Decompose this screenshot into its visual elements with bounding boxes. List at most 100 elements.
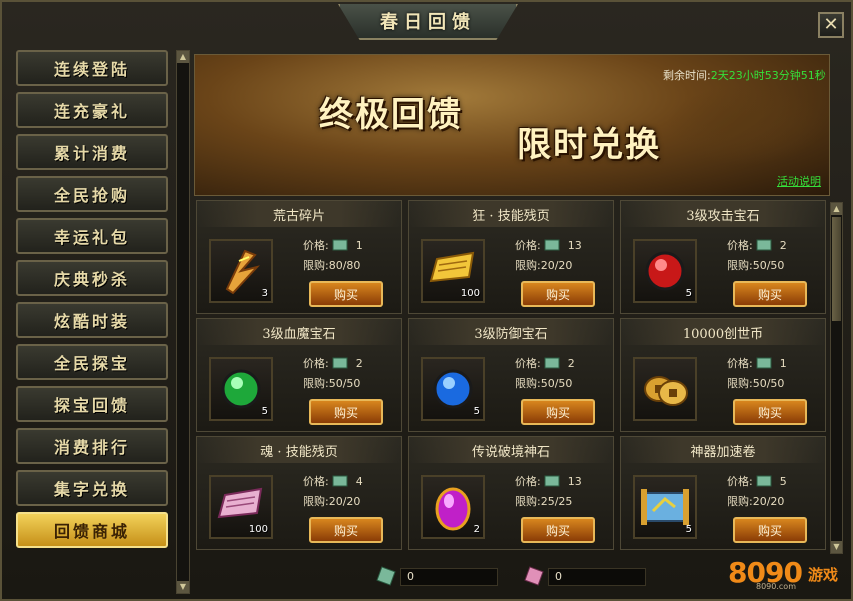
close-button[interactable]: ✕ [818,12,844,38]
item-name: 10000创世币 [682,326,764,342]
buy-button[interactable]: 购买 [521,517,595,543]
shop-item-card: 3级血魔宝石 5 价格: 2 限购:50/50 购买 [196,318,402,432]
sidebar-item-consecutive-login[interactable]: 连续登陆 [16,50,168,86]
skill-page-gold-icon[interactable]: 100 [421,239,485,303]
item-limit: 20/20 [328,495,361,508]
scroll-icon[interactable]: 5 [633,475,697,539]
sidebar-item-hunt-rewards[interactable]: 探宝回馈 [16,386,168,422]
item-name: 魂 · 技能残页 [260,444,338,460]
site-logo: 8090 游戏 8090.com [726,548,844,594]
price-label: 价格: [515,239,541,252]
item-price: 5 [779,474,787,488]
shop-item-card: 3级攻击宝石 5 价格: 2 限购:50/50 购买 [620,200,826,314]
sidebar-item-label: 连续登陆 [53,60,130,79]
event-window: 春日回馈 ✕ 连续登陆 连充豪礼 累计消费 全民抢购 幸运礼包 庆典秒杀 炫酷时… [0,0,853,601]
sidebar-item-cumulative-spending[interactable]: 累计消费 [16,134,168,170]
item-name: 3级攻击宝石 [686,208,760,224]
logo-url: 8090.com [756,582,796,591]
item-limit: 20/20 [752,495,785,508]
buy-button[interactable]: 购买 [733,399,807,425]
buy-button[interactable]: 购买 [309,517,383,543]
price-row: 价格: 13 [515,473,582,489]
coupon-icon [756,357,772,369]
buy-button[interactable]: 购买 [733,517,807,543]
shop-scrollbar[interactable]: ▲ ▼ [830,202,843,554]
buy-button[interactable]: 购买 [521,399,595,425]
sidebar-item-celebration-sale[interactable]: 庆典秒杀 [16,260,168,296]
scroll-down-icon[interactable]: ▼ [177,581,189,593]
scroll-thumb[interactable] [832,217,841,321]
sidebar-item-treasure-hunt[interactable]: 全民探宝 [16,344,168,380]
price-row: 价格: 5 [727,473,787,489]
scroll-up-icon[interactable]: ▲ [177,51,189,63]
buy-button[interactable]: 购买 [309,399,383,425]
buy-button[interactable]: 购买 [521,281,595,307]
sidebar-scrollbar[interactable]: ▲ ▼ [176,50,190,594]
sidebar-item-flash-purchase[interactable]: 全民抢购 [16,176,168,212]
sidebar-item-rewards-shop[interactable]: 回馈商城 [16,512,168,548]
limit-row: 限购:20/20 [515,257,572,273]
item-name: 荒古碎片 [272,208,325,224]
limit-label: 限购: [303,377,329,390]
purple-stone-icon[interactable]: 2 [421,475,485,539]
dragon-decoration [665,85,825,165]
sidebar-item-label: 全民抢购 [53,186,130,205]
shop-item-card: 3级防御宝石 5 价格: 2 限购:50/50 购买 [408,318,614,432]
item-price: 13 [567,238,582,252]
limit-row: 限购:50/50 [727,257,784,273]
item-limit: 50/50 [752,377,785,390]
sidebar-item-label: 幸运礼包 [53,228,130,247]
red-gem-icon[interactable]: 5 [633,239,697,303]
card-header: 3级血魔宝石 [197,319,401,345]
limit-label: 限购: [303,259,329,272]
coins-icon[interactable] [633,357,697,421]
balance-field: 0 [548,568,646,586]
ancient-shard-icon[interactable]: 3 [209,239,273,303]
item-price: 2 [567,356,575,370]
item-name: 3级血魔宝石 [262,326,336,342]
item-quantity: 3 [261,288,268,299]
item-quantity: 100 [460,288,480,299]
sidebar-item-label: 探宝回馈 [53,396,130,415]
card-header: 10000创世币 [621,319,825,345]
countdown-timer: 剩余时间:2天23小时53分钟51秒 [663,67,826,83]
buy-button[interactable]: 购买 [733,281,807,307]
sidebar-item-fashion[interactable]: 炫酷时装 [16,302,168,338]
skill-page-purple-icon[interactable]: 100 [209,475,273,539]
limit-row: 限购:20/20 [727,493,784,509]
window-title-plate: 春日回馈 [338,4,518,40]
card-header: 神器加速卷 [621,437,825,463]
sidebar-item-lucky-pack[interactable]: 幸运礼包 [16,218,168,254]
limit-label: 限购: [727,377,753,390]
limit-row: 限购:50/50 [727,375,784,391]
sidebar-item-label: 集字兑换 [53,480,130,499]
card-header: 3级防御宝石 [409,319,613,345]
balance-field: 0 [400,568,498,586]
buy-button[interactable]: 购买 [309,281,383,307]
sidebar-item-label: 回馈商城 [53,522,130,541]
item-name: 神器加速卷 [690,444,756,460]
shop-grid: 荒古碎片 3 价格: 1 限购:80/80 购买 狂 · 技能残页 100 价格:… [196,200,826,556]
price-row: 价格: 2 [727,237,787,253]
sidebar-item-recharge-gift[interactable]: 连充豪礼 [16,92,168,128]
item-quantity: 5 [685,288,692,299]
sidebar-item-label: 消费排行 [53,438,130,457]
event-rules-link[interactable]: 活动说明 [777,173,821,189]
price-label: 价格: [303,239,329,252]
sidebar-item-label: 炫酷时装 [53,312,130,331]
sidebar-item-label: 连充豪礼 [53,102,130,121]
event-banner: 终极回馈 限时兑换 剩余时间:2天23小时53分钟51秒 活动说明 [194,54,830,196]
limit-label: 限购: [727,495,753,508]
price-label: 价格: [515,475,541,488]
limit-row: 限购:50/50 [515,375,572,391]
coupon-icon [544,475,560,487]
shop-item-card: 传说破境神石 2 价格: 13 限购:25/25 购买 [408,436,614,550]
green-gem-icon[interactable]: 5 [209,357,273,421]
sidebar-item-word-exchange[interactable]: 集字兑换 [16,470,168,506]
scroll-up-icon[interactable]: ▲ [831,203,842,215]
blue-gem-icon[interactable]: 5 [421,357,485,421]
item-price: 1 [779,356,787,370]
coupon-icon [332,475,348,487]
sidebar-item-spending-rank[interactable]: 消费排行 [16,428,168,464]
price-row: 价格: 4 [303,473,363,489]
